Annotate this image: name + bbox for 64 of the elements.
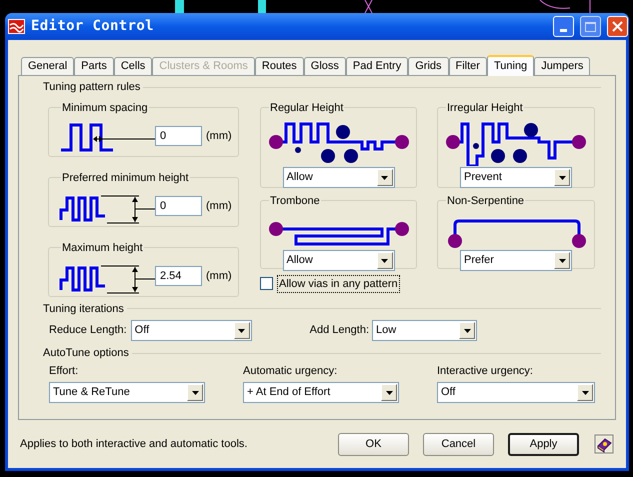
minimize-button[interactable] [553, 16, 574, 37]
status-text: Applies to both interactive and automatic tools. [20, 436, 248, 452]
field-label: Add Length: [310, 323, 370, 338]
group-title: Tuning iterations [43, 302, 124, 316]
unit-label: (mm) [206, 128, 232, 144]
input-field[interactable]: 0 [155, 126, 202, 146]
group-label: Regular Height [269, 100, 344, 116]
dropdown[interactable]: Prevent [460, 167, 572, 188]
field-label: Reduce Length: [49, 323, 127, 338]
dropdown[interactable]: Prefer [460, 250, 572, 271]
dropdown[interactable]: Low [372, 320, 478, 341]
group-title: Tuning pattern rules [43, 80, 140, 95]
maximize-button[interactable] [580, 16, 601, 37]
dropdown[interactable]: Off [437, 382, 595, 403]
dropdown-arrow-icon [464, 328, 471, 332]
close-button[interactable] [607, 16, 628, 37]
tab[interactable]: Tuning [486, 55, 534, 76]
tab[interactable]: Parts [74, 57, 114, 75]
group-label: Preferred minimum height [61, 170, 190, 186]
input-field[interactable]: 2.54 [155, 266, 202, 286]
close-icon [612, 21, 623, 32]
field-label: Automatic urgency: [243, 364, 338, 378]
dropdown-arrow-icon [192, 390, 198, 394]
group-label: Irregular Height [446, 100, 524, 116]
field-label: Effort: [49, 364, 80, 378]
dropdown[interactable]: Off [130, 320, 252, 341]
dropdown-arrow-icon [582, 390, 588, 394]
maximize-icon [585, 22, 596, 32]
dropdown-arrow-icon [386, 390, 392, 394]
dropdown[interactable]: Allow [282, 250, 394, 271]
tab[interactable]: Grids [408, 57, 448, 75]
window-title: Editor Control [31, 17, 155, 36]
dialog-button[interactable]: Apply [508, 432, 579, 456]
tab[interactable]: Gloss [304, 57, 346, 75]
tab[interactable]: Routes [254, 57, 304, 75]
dropdown[interactable]: Tune & ReTune [49, 382, 205, 403]
unit-label: (mm) [206, 268, 232, 284]
dropdown[interactable]: Allow [282, 167, 394, 188]
group-label: Non-Serpentine [446, 194, 526, 208]
dropdown[interactable]: + At End of Effort [243, 382, 399, 403]
dropdown-arrow-icon [558, 258, 566, 262]
minimize-icon [560, 29, 567, 32]
help-book-icon[interactable] [594, 434, 614, 454]
field-label: Interactive urgency: [437, 364, 534, 378]
group-label: Maximum height [61, 240, 144, 256]
tab[interactable]: General [21, 57, 74, 75]
dropdown-arrow-icon [381, 176, 388, 180]
tab[interactable]: Filter [448, 57, 487, 75]
dialog-button[interactable]: Cancel [423, 432, 494, 456]
unit-label: (mm) [206, 198, 232, 214]
checkbox-label[interactable]: Allow vias in any pattern [277, 274, 400, 293]
tab[interactable]: Jumpers [534, 57, 590, 75]
group-title: AutoTune options [43, 346, 129, 361]
checkbox[interactable] [260, 277, 273, 290]
dropdown-arrow-icon [558, 176, 566, 180]
dropdown-arrow-icon [381, 258, 388, 262]
dropdown-arrow-icon [238, 328, 246, 332]
tab[interactable]: Pad Entry [346, 57, 408, 75]
tab[interactable]: Cells [114, 57, 152, 75]
dialog-button[interactable]: OK [338, 432, 409, 456]
input-field[interactable]: 0 [155, 196, 202, 216]
group-label: Minimum spacing [61, 100, 149, 116]
app-icon [8, 19, 25, 34]
group-label: Trombone [269, 194, 321, 208]
